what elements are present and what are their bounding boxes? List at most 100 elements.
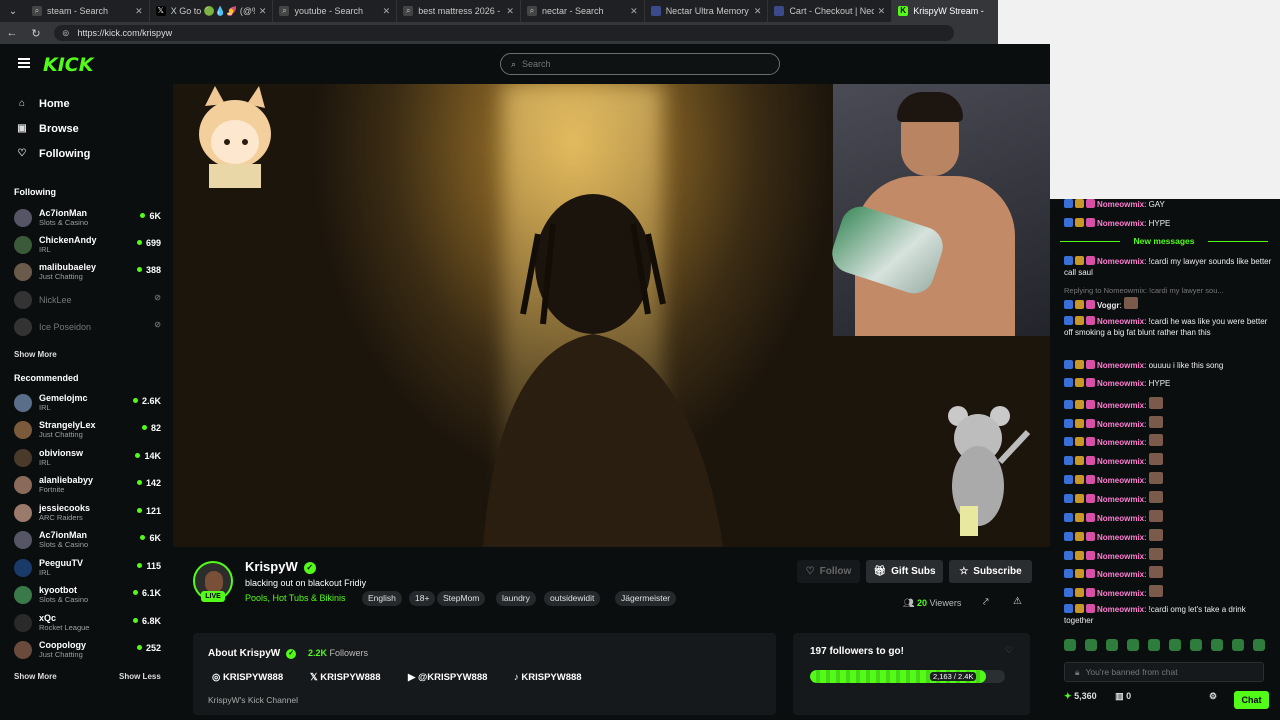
chat-username[interactable]: Nomeowmix (1097, 533, 1144, 542)
stream-tag[interactable]: laundry (496, 591, 536, 606)
emote-icon[interactable] (1064, 639, 1076, 651)
stream-tag[interactable]: 18+ (409, 591, 436, 606)
sidebar-channel[interactable]: Ac7ionMan Slots & Casino 6K (14, 206, 164, 230)
chat-message[interactable]: Nomeowmix: (1064, 434, 1272, 448)
stream-tag[interactable]: StepMom (437, 591, 486, 606)
chat-username[interactable]: Nomeowmix (1097, 361, 1144, 370)
browser-tab-active[interactable]: K KrispyW Stream - (892, 0, 1000, 22)
sidebar-channel[interactable]: Ac7ionMan Slots & Casino 6K (14, 528, 164, 552)
chat-message[interactable]: Nomeowmix: (1064, 510, 1272, 524)
chat-username[interactable]: Nomeowmix (1097, 438, 1144, 447)
chat-message[interactable]: Nomeowmix: (1064, 566, 1272, 580)
chat-message[interactable]: Nomeowmix: ouuuu i like this song (1064, 360, 1272, 371)
chat-username[interactable]: Nomeowmix (1097, 570, 1144, 579)
chat-message[interactable]: Nomeowmix: (1064, 585, 1272, 599)
tab-list-chevron-icon[interactable]: ⌄ (0, 0, 26, 22)
close-tab-icon[interactable]: ✕ (754, 6, 762, 17)
gift-subs-button[interactable]: 🎁︎ Gift Subs (866, 560, 943, 583)
chat-message[interactable]: Voggr: (1064, 297, 1272, 311)
back-arrow-icon[interactable]: ← (0, 27, 24, 39)
search-input[interactable] (522, 59, 763, 69)
sidebar-channel[interactable]: ChickenAndy IRL 699 (14, 233, 164, 257)
sidebar-channel[interactable]: malibubaeley Just Chatting 388 (14, 260, 164, 284)
social-link-tiktok[interactable]: ♪ KRISPYW888 (514, 672, 582, 683)
chat-message[interactable]: Nomeowmix: GAY (1064, 199, 1272, 210)
browser-tab[interactable]: Nectar Ultra Memory ✕ (645, 0, 769, 22)
chat-message[interactable]: Nomeowmix: !cardi he was like you were b… (1064, 316, 1272, 338)
browser-tab[interactable]: ⌕ nectar - Search ✕ (521, 0, 645, 22)
site-info-icon[interactable]: ⊚ (62, 28, 70, 39)
chat-username[interactable]: Nomeowmix (1097, 317, 1144, 326)
chat-send-button[interactable]: Chat (1234, 691, 1269, 709)
chat-message[interactable]: Nomeowmix: (1064, 472, 1272, 486)
close-tab-icon[interactable]: ✕ (506, 6, 514, 17)
subscribe-button[interactable]: ☆ Subscribe (949, 560, 1032, 583)
streamer-name[interactable]: KrispyW ✓ (245, 559, 316, 574)
browser-tab[interactable]: 𝕏X Go to 🟢💧🍠 (@%...✕ (150, 0, 274, 22)
chat-message[interactable]: Nomeowmix: (1064, 453, 1272, 467)
chat-username[interactable]: Nomeowmix (1097, 514, 1144, 523)
settings-gear-icon[interactable]: ⚙ (1209, 691, 1217, 702)
chat-username[interactable]: Nomeowmix (1097, 605, 1144, 614)
emote-icon[interactable] (1127, 639, 1139, 651)
close-tab-icon[interactable]: ✕ (630, 6, 638, 17)
report-icon[interactable]: ⚠ (1013, 596, 1022, 607)
chat-message[interactable]: Nomeowmix: !cardi omg let's take a drink… (1064, 604, 1272, 626)
show-more-following[interactable]: Show More (14, 350, 57, 359)
chat-username[interactable]: Nomeowmix (1097, 257, 1144, 266)
nav-home[interactable]: ⌂ Home (0, 91, 172, 116)
sidebar-channel[interactable]: alanliebabyy Fortnite 142 (14, 473, 164, 497)
video-player[interactable] (173, 84, 1050, 547)
sidebar-channel-offline[interactable]: NickLee ⊘ (14, 288, 164, 312)
stream-tag[interactable]: English (362, 591, 402, 606)
social-link-instagram[interactable]: ◎ KRISPYW888 (212, 672, 283, 683)
chat-message[interactable]: Nomeowmix: (1064, 529, 1272, 543)
chat-message[interactable]: Nomeowmix: (1064, 548, 1272, 562)
sidebar-channel[interactable]: Gemelojmc IRL 2.6K (14, 391, 164, 415)
browser-tab[interactable]: ⌕best mattress 2026 - Se✕ (397, 0, 521, 22)
chat-message[interactable]: Nomeowmix: HYPE (1064, 218, 1272, 229)
chat-message[interactable]: Nomeowmix: (1064, 397, 1272, 411)
kick-logo[interactable]: KICK (43, 54, 93, 76)
sidebar-channel[interactable]: PeeguuTV IRL 115 (14, 556, 164, 580)
chat-username[interactable]: Nomeowmix (1097, 219, 1144, 228)
sidebar-channel[interactable]: xQc Rocket League 6.8K (14, 611, 164, 635)
sidebar-channel-offline[interactable]: Ice Poseidon ⊘ (14, 315, 164, 339)
social-link-youtube[interactable]: ▶ @KRISPYW888 (408, 672, 487, 683)
sidebar-channel[interactable]: StrangelyLex Just Chatting 82 (14, 418, 164, 442)
url-field[interactable]: ⊚ https://kick.com/krispyw (54, 25, 954, 41)
emote-icon[interactable] (1190, 639, 1202, 651)
sidebar-channel[interactable]: Coopology Just Chatting 252 (14, 638, 164, 662)
chat-reply-context[interactable]: Replying to Nomeowmix: !cardi my lawyer … (1064, 285, 1272, 296)
follow-button[interactable]: ♡ Follow (797, 560, 860, 583)
stream-category-link[interactable]: Pools, Hot Tubs & Bikinis (245, 593, 346, 603)
search-bar[interactable]: ⌕ (500, 53, 780, 75)
show-more-recommended[interactable]: Show More (14, 672, 57, 681)
chat-username[interactable]: Nomeowmix (1097, 200, 1144, 209)
chat-username[interactable]: Nomeowmix (1097, 457, 1144, 466)
browser-tab[interactable]: ⌕ youtube - Search ✕ (273, 0, 398, 22)
chat-username[interactable]: Nomeowmix (1097, 420, 1144, 429)
chat-username[interactable]: Nomeowmix (1097, 401, 1144, 410)
sidebar-channel[interactable]: obivionsw IRL 14K (14, 446, 164, 470)
sidebar-channel[interactable]: jessiecooks ARC Raiders 121 (14, 501, 164, 525)
emote-icon[interactable] (1148, 639, 1160, 651)
chat-message[interactable]: Nomeowmix: !cardi my lawyer sounds like … (1064, 256, 1272, 278)
close-tab-icon[interactable]: ✕ (878, 6, 886, 17)
heart-icon[interactable]: ♡ (1005, 645, 1013, 656)
chat-message[interactable]: Nomeowmix: (1064, 416, 1272, 430)
social-link-x[interactable]: 𝕏 KRISPYW888 (310, 672, 380, 683)
chat-message[interactable]: Nomeowmix: HYPE (1064, 378, 1272, 389)
chat-input-banned[interactable]: 🔒︎ You're banned from chat (1064, 662, 1264, 682)
emote-icon[interactable] (1211, 639, 1223, 651)
emote-icon[interactable] (1085, 639, 1097, 651)
chat-username[interactable]: Voggr (1097, 301, 1120, 310)
chat-username[interactable]: Nomeowmix (1097, 495, 1144, 504)
nav-browse[interactable]: ▣ Browse (0, 116, 172, 141)
show-less-recommended[interactable]: Show Less (119, 672, 161, 681)
chat-username[interactable]: Nomeowmix (1097, 589, 1144, 598)
emote-icon[interactable] (1169, 639, 1181, 651)
emote-icon[interactable] (1232, 639, 1244, 651)
close-tab-icon[interactable]: ✕ (383, 6, 391, 17)
close-tab-icon[interactable]: ✕ (135, 6, 143, 17)
